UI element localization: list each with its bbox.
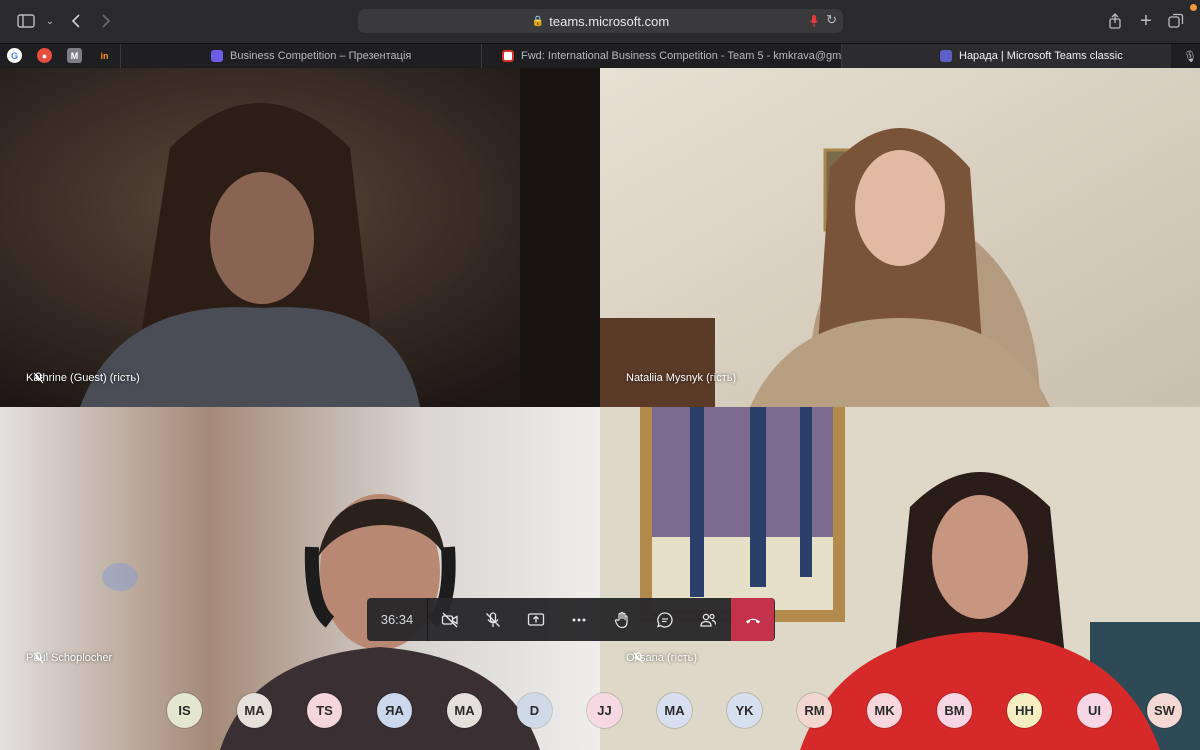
participant-avatar[interactable]: MK — [867, 693, 902, 728]
sidebar-toggle-icon[interactable] — [16, 11, 36, 31]
participant-avatar[interactable]: ЯА — [377, 693, 412, 728]
browser-toolbar: ⌄ 🔒 teams.microsoft.com ↻ + — [0, 0, 1200, 43]
video-tile-nataliia[interactable]: Nataliia Mysnyk (гість) — [600, 68, 1200, 407]
teams-icon — [940, 50, 952, 62]
share-screen-button[interactable] — [514, 598, 557, 641]
participant-avatar[interactable]: SW — [1147, 693, 1182, 728]
microphone-icon[interactable]: 🎙 — [1180, 46, 1200, 66]
gmail-icon — [502, 50, 514, 62]
tab-business-competition[interactable]: Business Competition – Презентація — [120, 44, 481, 68]
participant-avatar[interactable]: IS — [167, 693, 202, 728]
share-icon[interactable] — [1105, 11, 1125, 31]
participant-avatar[interactable]: MA — [657, 693, 692, 728]
invision-icon[interactable]: in — [97, 48, 112, 63]
participant-avatar[interactable]: TS — [307, 693, 342, 728]
participant-name: Nataliia Mysnyk (гість) — [626, 372, 737, 384]
video-tile-oksana[interactable]: Oksana (гість) — [600, 407, 1200, 750]
mic-muted-icon — [33, 652, 44, 664]
call-controls-bar: 36:34 — [367, 598, 775, 641]
participant-avatar[interactable]: JJ — [587, 693, 622, 728]
tab-gmail[interactable]: Fwd: International Business Competition … — [481, 44, 841, 68]
video-feed — [0, 68, 600, 407]
mic-muted-icon — [33, 372, 44, 384]
camera-off-icon — [441, 612, 458, 627]
back-arrow-icon[interactable] — [66, 11, 86, 31]
participant-name-label: Nataliia Mysnyk (гість) — [626, 372, 736, 384]
camera-off-button[interactable] — [428, 598, 471, 641]
slides-icon — [211, 50, 223, 62]
phone-hangup-icon — [745, 618, 760, 623]
hand-icon — [614, 611, 628, 628]
chevron-down-icon[interactable]: ⌄ — [40, 11, 60, 31]
tab-label: Нарада | Microsoft Teams classic — [959, 50, 1123, 62]
participant-avatar[interactable]: BM — [937, 693, 972, 728]
participant-avatar[interactable]: MA — [237, 693, 272, 728]
more-actions-button[interactable] — [557, 598, 600, 641]
video-feed — [0, 407, 600, 750]
participant-name-label: Oksana (гість) — [626, 652, 697, 664]
chat-button[interactable] — [643, 598, 686, 641]
video-feed — [600, 68, 1200, 407]
forward-arrow-icon[interactable] — [96, 11, 116, 31]
microphone-recording-icon — [810, 15, 818, 27]
participant-avatar[interactable]: UI — [1077, 693, 1112, 728]
tab-teams[interactable]: Нарада | Microsoft Teams classic — [841, 44, 1171, 68]
record-icon[interactable]: ● — [37, 48, 52, 63]
participants-button[interactable] — [686, 598, 729, 641]
teams-window: ⌄ 🔒 teams.microsoft.com ↻ + G ● M in Bus — [0, 0, 1200, 750]
video-tile-paul[interactable]: Paul Schoplocher — [0, 407, 600, 750]
participant-name-label: Kathrine (Guest) (гість) — [26, 372, 140, 384]
tab-bar: G ● M in Business Competition – Презента… — [0, 43, 1200, 68]
mic-off-button[interactable] — [471, 598, 514, 641]
people-icon — [699, 613, 716, 627]
video-tile-kathrine[interactable]: Kathrine (Guest) (гість) — [0, 68, 600, 407]
chat-icon — [656, 611, 673, 628]
address-bar[interactable]: 🔒 teams.microsoft.com ↻ — [358, 9, 843, 33]
url-text: teams.microsoft.com — [549, 13, 670, 29]
participant-avatar[interactable]: HH — [1007, 693, 1042, 728]
participant-avatar[interactable]: YK — [727, 693, 762, 728]
m-app-icon[interactable]: M — [67, 48, 82, 63]
participant-avatar[interactable]: D — [517, 693, 552, 728]
participant-avatar[interactable]: MA — [447, 693, 482, 728]
google-icon[interactable]: G — [7, 48, 22, 63]
tab-overview-icon[interactable] — [1166, 11, 1186, 31]
mic-off-icon — [485, 611, 500, 627]
more-icon — [572, 618, 585, 621]
new-tab-icon[interactable]: + — [1136, 10, 1156, 32]
participant-avatar[interactable]: RM — [797, 693, 832, 728]
call-timer: 36:34 — [380, 612, 414, 627]
lock-icon: 🔒 — [531, 15, 545, 27]
share-screen-icon — [527, 612, 544, 626]
hangup-button[interactable] — [731, 598, 774, 641]
tab-label: Business Competition – Презентація — [230, 50, 412, 62]
tab-label: Fwd: International Business Competition … — [521, 50, 841, 62]
mic-muted-icon — [633, 652, 644, 664]
notification-dot — [1190, 4, 1197, 11]
video-feed — [600, 407, 1200, 750]
reload-icon[interactable]: ↻ — [826, 12, 837, 28]
participant-name-label: Paul Schoplocher — [26, 652, 112, 664]
raise-hand-button[interactable] — [600, 598, 643, 641]
